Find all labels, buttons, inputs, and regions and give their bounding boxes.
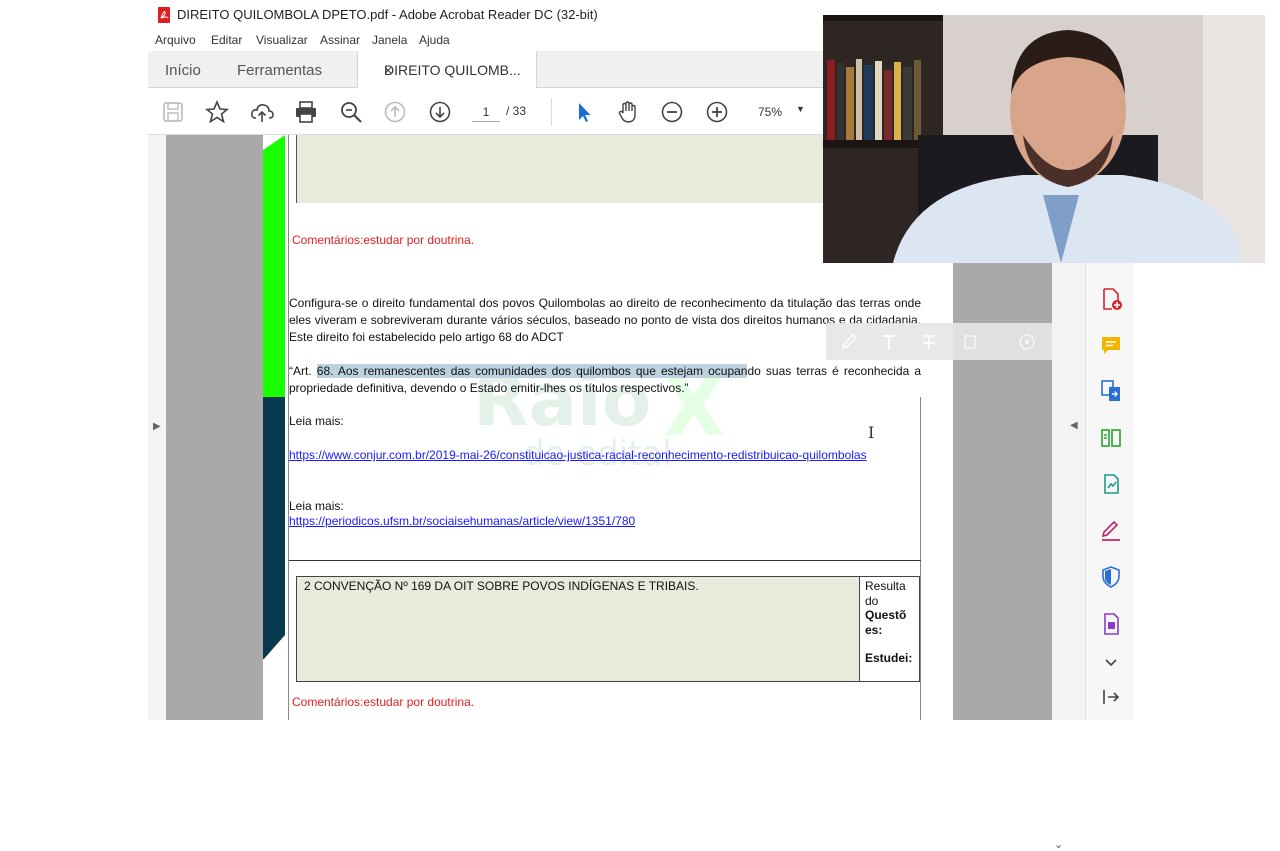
tab-close-icon[interactable]: × [384,62,392,78]
page-total: / 33 [506,104,527,118]
result-label: es: [865,622,883,637]
webcam-overlay [823,15,1265,263]
menu-assinar[interactable]: Assinar [320,33,360,47]
decorative-green-corner [263,135,285,150]
strikethrough-text-icon[interactable] [920,333,938,351]
expand-icon[interactable] [1099,650,1123,674]
edit-pdf-icon[interactable] [1099,472,1123,496]
quote-paragraph: “Art. 68. Aos remanescentes das comunida… [289,363,921,397]
decorative-teal-bar [263,397,285,659]
expand-right-icon: ▶ [153,421,161,432]
star-icon[interactable] [204,99,230,125]
section-title: 2 CONVENÇÃO Nº 169 DA OIT SOBRE POVOS IN… [304,579,699,593]
tab-document-label: DIREITO QUILOMB... [384,62,521,78]
copy-icon[interactable] [960,333,978,351]
zoom-search-icon[interactable] [338,99,364,125]
page-border-right [920,397,921,720]
zoom-out-icon[interactable] [659,99,685,125]
conjur-link[interactable]: https://www.conjur.com.br/2019-mai-26/co… [289,448,867,462]
result-label: do [865,593,879,608]
quote-prefix: “Art. [289,364,317,378]
tab-home[interactable]: Início [165,62,201,79]
highlighted-text: 68. Aos remanescentes das comunidades do… [316,364,748,378]
export-pdf-icon[interactable] [1099,379,1123,403]
result-label: Questõ [865,608,907,622]
read-more-label-2: Leia mais: [289,499,344,513]
comment-text-2: Comentários:estudar por doutrina. [292,695,475,709]
page-number-input[interactable]: 1 [472,102,500,122]
save-icon[interactable] [160,99,186,125]
scroll-down-icon[interactable]: ⌄ [1054,838,1063,851]
fill-sign-icon[interactable] [1099,519,1123,543]
section-divider [289,560,921,561]
question-cell: 2 CONVENÇÃO Nº 169 DA OIT SOBRE POVOS IN… [297,577,860,681]
select-cursor-icon[interactable] [571,99,597,125]
presenter-video [823,15,1265,263]
organize-pages-icon[interactable] [1099,426,1123,450]
tab-document[interactable]: DIREITO QUILOMB... × [357,51,537,89]
floating-annotation-toolbar [826,323,1052,360]
collapse-panel-icon[interactable]: ◀ [1070,420,1078,431]
menu-arquivo[interactable]: Arquivo [155,33,196,47]
left-panel-toggle[interactable]: ▶ [148,135,166,720]
zoom-select[interactable]: 75% ▼ [748,102,810,122]
pencil-icon[interactable] [840,333,858,351]
ufsm-link[interactable]: https://periodicos.ufsm.br/sociaisehuman… [289,514,635,528]
page-down-icon[interactable] [427,99,453,125]
answer-box-top [296,135,836,203]
menu-visualizar[interactable]: Visualizar [256,33,308,47]
print-icon[interactable] [293,99,319,125]
zoom-value: 75% [758,105,783,119]
studied-label: Estudei: [865,651,913,665]
cloud-upload-icon[interactable] [249,99,275,125]
menu-editar[interactable]: Editar [211,33,242,47]
exit-icon[interactable] [1099,685,1123,709]
toolbar-separator [551,98,552,126]
result-cell: Resulta do Questõ es: Estudei: [865,579,912,666]
chevron-down-icon: ▼ [796,104,805,114]
menu-ajuda[interactable]: Ajuda [419,33,450,47]
read-more-label: Leia mais: [289,414,344,428]
pdf-app-icon [157,7,171,23]
decorative-teal-corner [263,635,285,660]
comment-text: Comentários:estudar por doutrina. [292,233,475,247]
text-cursor-icon: I [868,423,875,442]
protect-icon[interactable] [1099,565,1123,589]
text-icon[interactable] [880,333,898,351]
decorative-green-bar [263,135,285,397]
menu-janela[interactable]: Janela [372,33,407,47]
result-label: Resulta [865,579,906,593]
tab-tools[interactable]: Ferramentas [237,62,322,79]
more-options-icon[interactable] [1018,333,1036,351]
hand-icon[interactable] [615,99,641,125]
window-title: DIREITO QUILOMBOLA DPETO.pdf - Adobe Acr… [177,7,598,22]
zoom-in-icon[interactable] [704,99,730,125]
question-table: 2 CONVENÇÃO Nº 169 DA OIT SOBRE POVOS IN… [296,576,920,682]
comment-icon[interactable] [1099,333,1123,357]
page-up-icon[interactable] [382,99,408,125]
create-pdf-icon[interactable] [1099,287,1123,311]
more-tools-icon[interactable] [1099,612,1123,636]
